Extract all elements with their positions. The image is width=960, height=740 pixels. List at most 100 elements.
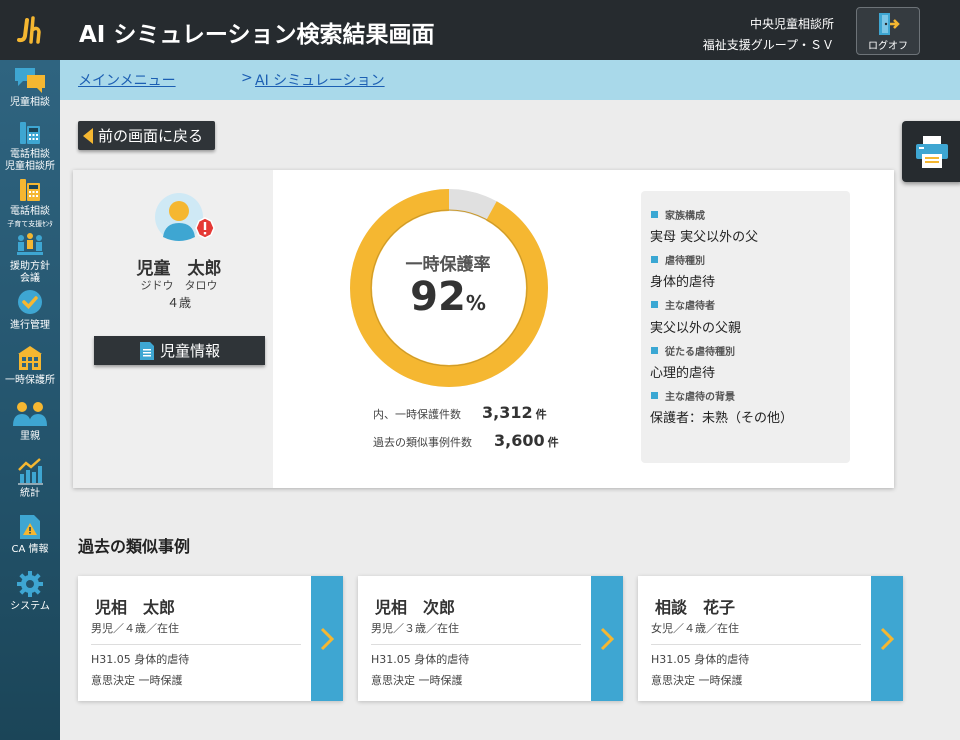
sidebar-item-progress[interactable]: 進行管理: [0, 289, 60, 332]
sidebar-item-system[interactable]: システム: [0, 570, 60, 613]
sidebar-item-label-sub: 児童相談所: [5, 161, 55, 172]
breadcrumb-link-ai-simulation[interactable]: AI シミュレーション: [255, 70, 385, 90]
chart-icon: [18, 458, 43, 485]
protection-rate-number: 92: [410, 274, 466, 320]
attribute-key: 主な虐待者: [651, 297, 715, 312]
sidebar-item-label: 統計: [20, 488, 40, 499]
sidebar-item-label: 進行管理: [10, 320, 50, 331]
sidebar-item-foster-parent[interactable]: 里親: [0, 400, 60, 443]
sidebar-item-shelter[interactable]: 一時保護所: [0, 344, 60, 387]
group-name: 福祉支援グループ・ＳＶ: [702, 38, 834, 52]
sidebar-item-policy-meeting[interactable]: 援助方針 会議: [0, 232, 60, 285]
similar-count-label: 過去の類似事例件数: [373, 436, 472, 449]
sidebar-item-label: 援助方針 会議: [0, 261, 60, 285]
similar-case-card[interactable]: 児相 次郎 男児／３歳／在住 H31.05 身体的虐待 意思決定 一時保護: [358, 576, 623, 701]
child-name-kana: ジドウ タロウ: [140, 279, 218, 292]
sidebar-item-ca-info[interactable]: CA 情報: [0, 513, 60, 556]
chevron-right-icon: [600, 627, 615, 651]
page-title: AI シミュレーション検索結果画面: [79, 22, 435, 48]
bullet-icon: [651, 256, 658, 263]
case-abuse-type: H31.05 身体的虐待: [371, 653, 470, 666]
sidebar-item-label: CA 情報: [11, 544, 49, 555]
back-arrow-icon: [83, 127, 93, 144]
header: AI シミュレーション検索結果画面 中央児童相談所 福祉支援グループ・ＳＶ ログ…: [0, 0, 960, 60]
similar-case-card[interactable]: 相談 花子 女児／４歳／在住 H31.05 身体的虐待 意思決定 一時保護: [638, 576, 903, 701]
case-open-button[interactable]: [591, 576, 623, 701]
sidebar-item-phone-center[interactable]: 電話相談 児童相談所: [0, 120, 60, 173]
child-info-button-label: 児童情報: [159, 342, 220, 360]
people-icon: [13, 402, 47, 426]
protected-count-label: 内、一時保護件数: [373, 408, 461, 421]
attribute-key-label: 主な虐待者: [665, 301, 715, 312]
case-divider: [651, 644, 861, 645]
child-info-button[interactable]: 児童情報: [94, 336, 265, 365]
similar-count: 3,600 件: [494, 431, 559, 450]
child-name: 児童 太郎: [136, 259, 222, 279]
sidebar-item-label-main: 電話相談: [10, 206, 50, 217]
child-age: ４歳: [166, 296, 191, 310]
gear-icon: [17, 571, 43, 597]
attribute-value: 実母 実父以外の父: [650, 230, 759, 245]
case-meta: 男児／４歳／在住: [91, 622, 179, 635]
attribute-key: 従たる虐待種別: [651, 343, 735, 358]
attribute-value: 心理的虐待: [650, 366, 716, 381]
similar-case-card[interactable]: 児相 太郎 男児／４歳／在住 H31.05 身体的虐待 意思決定 一時保護: [78, 576, 343, 701]
attribute-key-label: 従たる虐待種別: [665, 347, 735, 358]
similar-cases-title: 過去の類似事例: [78, 537, 191, 556]
case-decision: 意思決定 一時保護: [91, 674, 183, 687]
case-name: 相談 花子: [655, 598, 736, 617]
attribute-value: 身体的虐待: [650, 275, 716, 290]
case-divider: [91, 644, 301, 645]
protection-rate-unit: %: [465, 291, 486, 315]
case-abuse-type: H31.05 身体的虐待: [651, 653, 750, 666]
case-open-button[interactable]: [871, 576, 903, 701]
sidebar-item-phone-support[interactable]: 電話相談子育て支援ｾﾝﾀ: [0, 177, 60, 230]
phone-icon: [20, 179, 40, 201]
child-avatar-icon: [155, 193, 215, 241]
sidebar-item-label: 里親: [20, 431, 40, 442]
breadcrumb-link-main-menu[interactable]: メインメニュー: [78, 70, 176, 90]
sidebar-item-label-sub: 会議: [20, 273, 40, 284]
phone-icon: [20, 122, 40, 144]
protection-rate-value: 92%: [369, 274, 527, 320]
sidebar-item-label: システム: [10, 601, 50, 612]
case-open-button[interactable]: [311, 576, 343, 701]
app-logo-icon: [17, 16, 41, 44]
sidebar-item-label-main: 援助方針: [10, 261, 50, 272]
attribute-key-label: 主な虐待の背景: [665, 392, 735, 403]
attribute-key: 虐待種別: [651, 252, 705, 267]
case-attributes-panel: 家族構成 実母 実父以外の父 虐待種別 身体的虐待 主な虐待者 実父以外の父親 …: [641, 191, 850, 463]
chevron-right-icon: [320, 627, 335, 651]
bullet-icon: [651, 301, 658, 308]
speech-bubble-icon: [15, 68, 45, 93]
org-name: 中央児童相談所: [749, 17, 834, 31]
attribute-value: 保護者：未熟（その他）: [650, 411, 794, 426]
logout-label: ログオフ: [868, 41, 908, 52]
check-icon: [18, 290, 42, 314]
sidebar-item-child-consultation[interactable]: 児童相談: [0, 66, 60, 109]
case-meta: 女児／４歳／在住: [651, 622, 739, 635]
user-affiliation: 中央児童相談所 福祉支援グループ・ＳＶ: [703, 14, 834, 56]
sidebar-item-label: 一時保護所: [5, 375, 55, 386]
bullet-icon: [651, 392, 658, 399]
printer-icon: [916, 136, 948, 168]
attribute-value: 実父以外の父親: [650, 321, 742, 336]
logout-button[interactable]: ログオフ: [856, 7, 920, 55]
back-button[interactable]: 前の画面に戻る: [78, 121, 215, 150]
back-button-label: 前の画面に戻る: [98, 127, 204, 145]
sidebar-item-label-main: 電話相談: [10, 149, 50, 160]
warning-icon: [20, 515, 40, 539]
bullet-icon: [651, 211, 658, 218]
print-button[interactable]: [902, 121, 960, 182]
case-meta: 男児／３歳／在住: [371, 622, 459, 635]
sidebar-item-label-sub: 子育て支援ｾﾝﾀ: [7, 220, 53, 228]
logout-icon: [879, 13, 900, 35]
breadcrumb: メインメニュー > AI シミュレーション: [60, 60, 960, 100]
case-decision: 意思決定 一時保護: [651, 674, 743, 687]
document-icon: [139, 341, 154, 360]
child-profile-panel: 児童 太郎 ジドウ タロウ ４歳 児童情報: [73, 170, 273, 488]
simulation-result-card: 児童 太郎 ジドウ タロウ ４歳 児童情報 一時保護率 92% 内、一時保護件数…: [73, 170, 894, 488]
attribute-key-label: 虐待種別: [665, 256, 705, 267]
sidebar-item-statistics[interactable]: 統計: [0, 457, 60, 500]
breadcrumb-separator: >: [241, 70, 253, 86]
